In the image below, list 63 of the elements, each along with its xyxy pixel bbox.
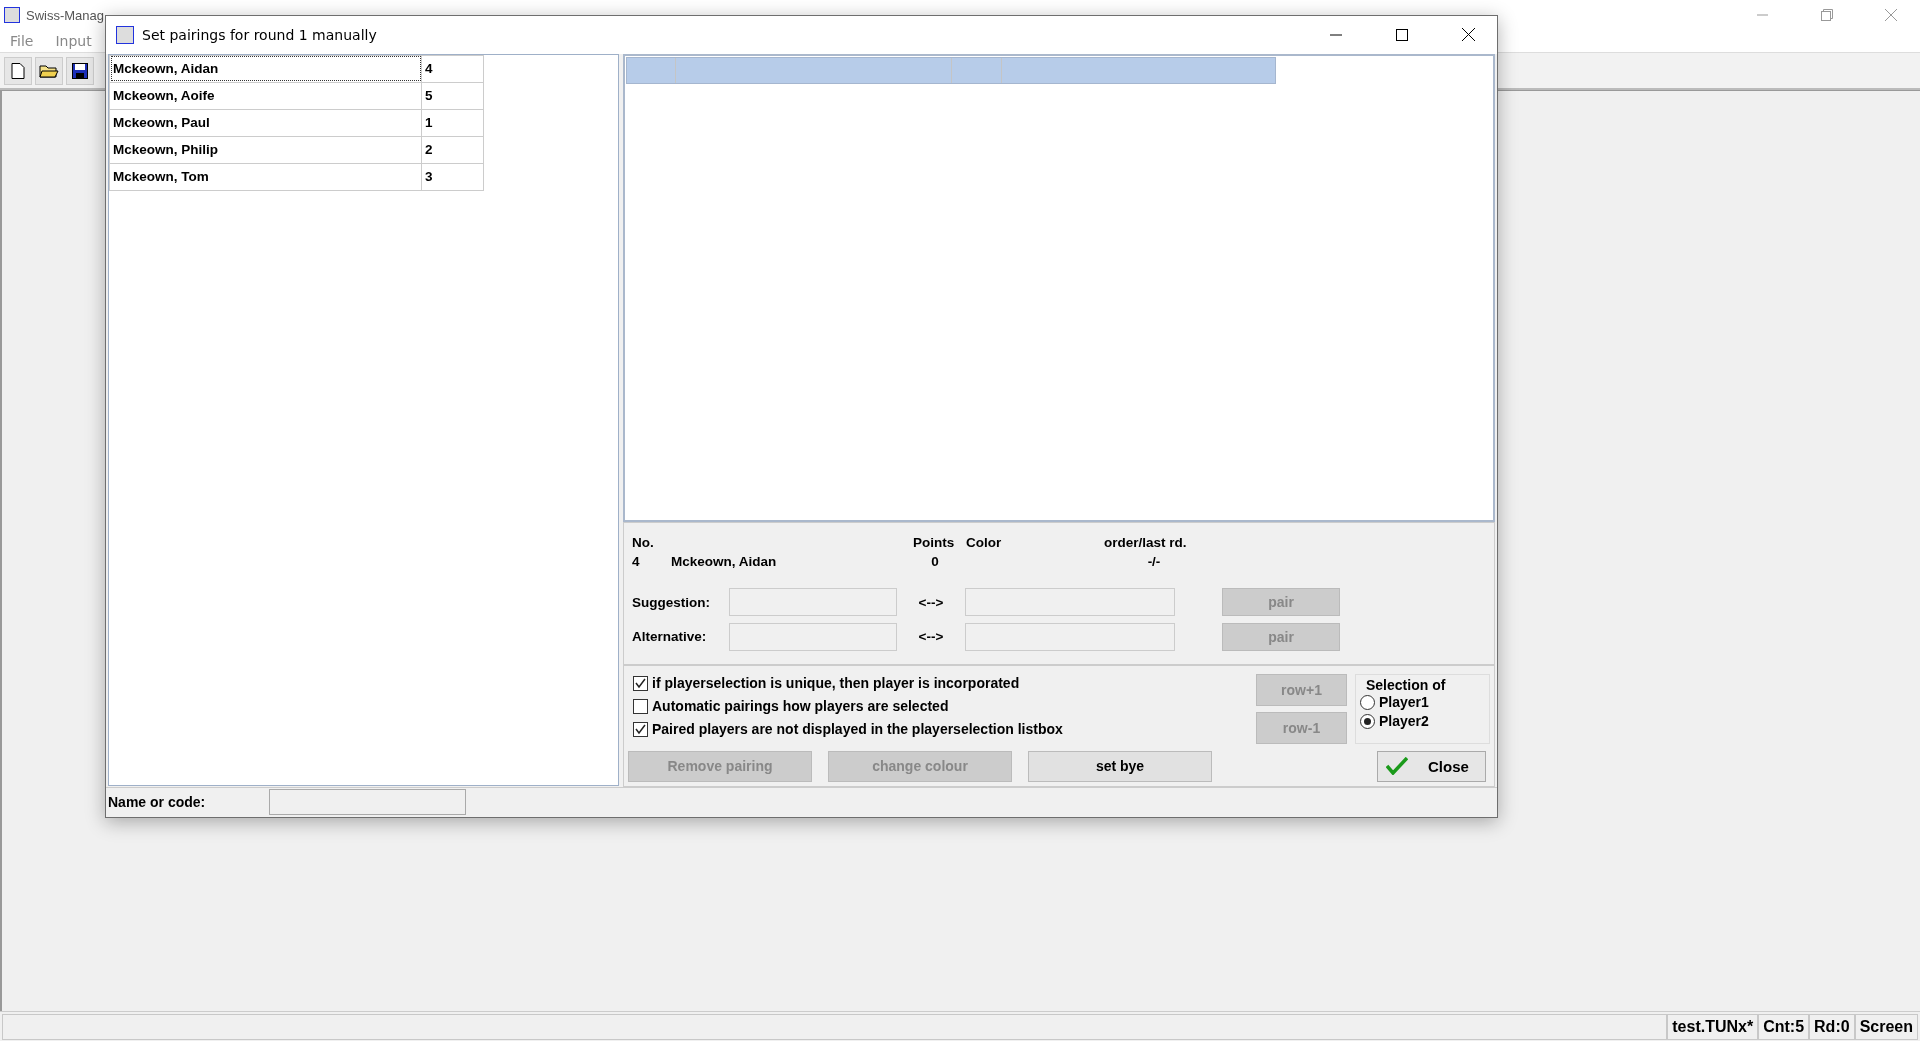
player-name-cell[interactable]: Mckeown, Paul bbox=[109, 109, 422, 137]
player-name-cell[interactable]: Mckeown, Aoife bbox=[109, 82, 422, 110]
search-field[interactable] bbox=[269, 789, 466, 816]
player-field[interactable] bbox=[965, 622, 1175, 651]
dialog-title: Set pairings for round 1 manually bbox=[142, 26, 378, 43]
radio-label: Player2 bbox=[1379, 713, 1429, 730]
dialog-icon bbox=[116, 25, 134, 44]
restore-icon[interactable] bbox=[1821, 9, 1833, 21]
option-label: if playerselection is unique, then player is incorporated bbox=[652, 675, 1020, 692]
close-icon[interactable] bbox=[1461, 28, 1475, 42]
player-number-cell[interactable]: 3 bbox=[421, 163, 484, 191]
player-radio[interactable]: Player2 bbox=[1360, 711, 1485, 731]
status-field: test.TUNx* bbox=[1667, 1014, 1759, 1040]
option-label: Paired players are not displayed in the playerselection listbox bbox=[652, 721, 1063, 738]
checkbox-icon[interactable] bbox=[633, 698, 648, 714]
player-number-cell[interactable]: 2 bbox=[421, 136, 484, 164]
option-label: Automatic pairings how players are selected bbox=[652, 698, 949, 715]
player-field[interactable] bbox=[965, 588, 1175, 617]
column-label: Color bbox=[966, 534, 1003, 550]
group-title: Selection of bbox=[1365, 676, 1447, 693]
order-value: -/- bbox=[1146, 554, 1162, 570]
save-icon[interactable] bbox=[66, 56, 94, 85]
option-checkbox[interactable]: Automatic pairings how players are selected bbox=[633, 696, 1252, 716]
player-name-cell[interactable]: Mckeown, Tom bbox=[109, 163, 422, 191]
search-label: Name or code: bbox=[108, 794, 207, 811]
menu-item[interactable]: File bbox=[6, 33, 38, 49]
status-field: Rd:0 bbox=[1809, 1014, 1855, 1040]
open-folder-icon[interactable] bbox=[35, 56, 63, 85]
arrow-text: <--> bbox=[917, 629, 945, 645]
action-button[interactable]: set bye bbox=[1028, 750, 1212, 782]
row-label: Suggestion: bbox=[632, 594, 711, 610]
player-number: 4 bbox=[632, 554, 641, 570]
player-name: Mckeown, Aidan bbox=[671, 554, 778, 570]
player-number-cell[interactable]: 5 bbox=[421, 82, 484, 110]
status-field: Cnt:5 bbox=[1758, 1014, 1810, 1040]
player-field[interactable] bbox=[729, 588, 897, 617]
checkbox-icon[interactable] bbox=[633, 721, 648, 737]
new-file-icon[interactable] bbox=[4, 56, 32, 85]
player-points: 0 bbox=[930, 554, 940, 570]
close-button[interactable]: Close bbox=[1377, 750, 1486, 782]
radio-icon[interactable] bbox=[1360, 713, 1375, 729]
player-field[interactable] bbox=[729, 622, 897, 651]
option-checkbox[interactable]: Paired players are not displayed in the playerselection listbox bbox=[633, 719, 1252, 739]
player-name-cell[interactable]: Mckeown, Aidan bbox=[109, 55, 422, 83]
player-number-cell[interactable]: 1 bbox=[421, 109, 484, 137]
column-label: Points bbox=[913, 534, 956, 550]
column-label: No. bbox=[632, 534, 655, 550]
check-icon bbox=[1386, 757, 1408, 776]
menu-item[interactable]: Input bbox=[51, 33, 96, 49]
checkbox-icon[interactable] bbox=[633, 675, 648, 691]
maximize-icon[interactable] bbox=[1396, 28, 1408, 41]
app-icon bbox=[4, 7, 20, 23]
radio-icon[interactable] bbox=[1360, 694, 1375, 710]
column-label: order/last rd. bbox=[1104, 534, 1188, 550]
player-radio[interactable]: Player1 bbox=[1360, 692, 1485, 712]
player-number-cell[interactable]: 4 bbox=[421, 55, 484, 83]
player-name-cell[interactable]: Mckeown, Philip bbox=[109, 136, 422, 164]
option-checkbox[interactable]: if playerselection is unique, then player is incorporated bbox=[633, 673, 1252, 693]
row-label: Alternative: bbox=[632, 629, 708, 645]
app-title: Swiss-Manag bbox=[26, 7, 105, 23]
arrow-text: <--> bbox=[917, 594, 945, 610]
radio-label: Player1 bbox=[1379, 694, 1429, 711]
status-field: Screen bbox=[1854, 1014, 1918, 1040]
